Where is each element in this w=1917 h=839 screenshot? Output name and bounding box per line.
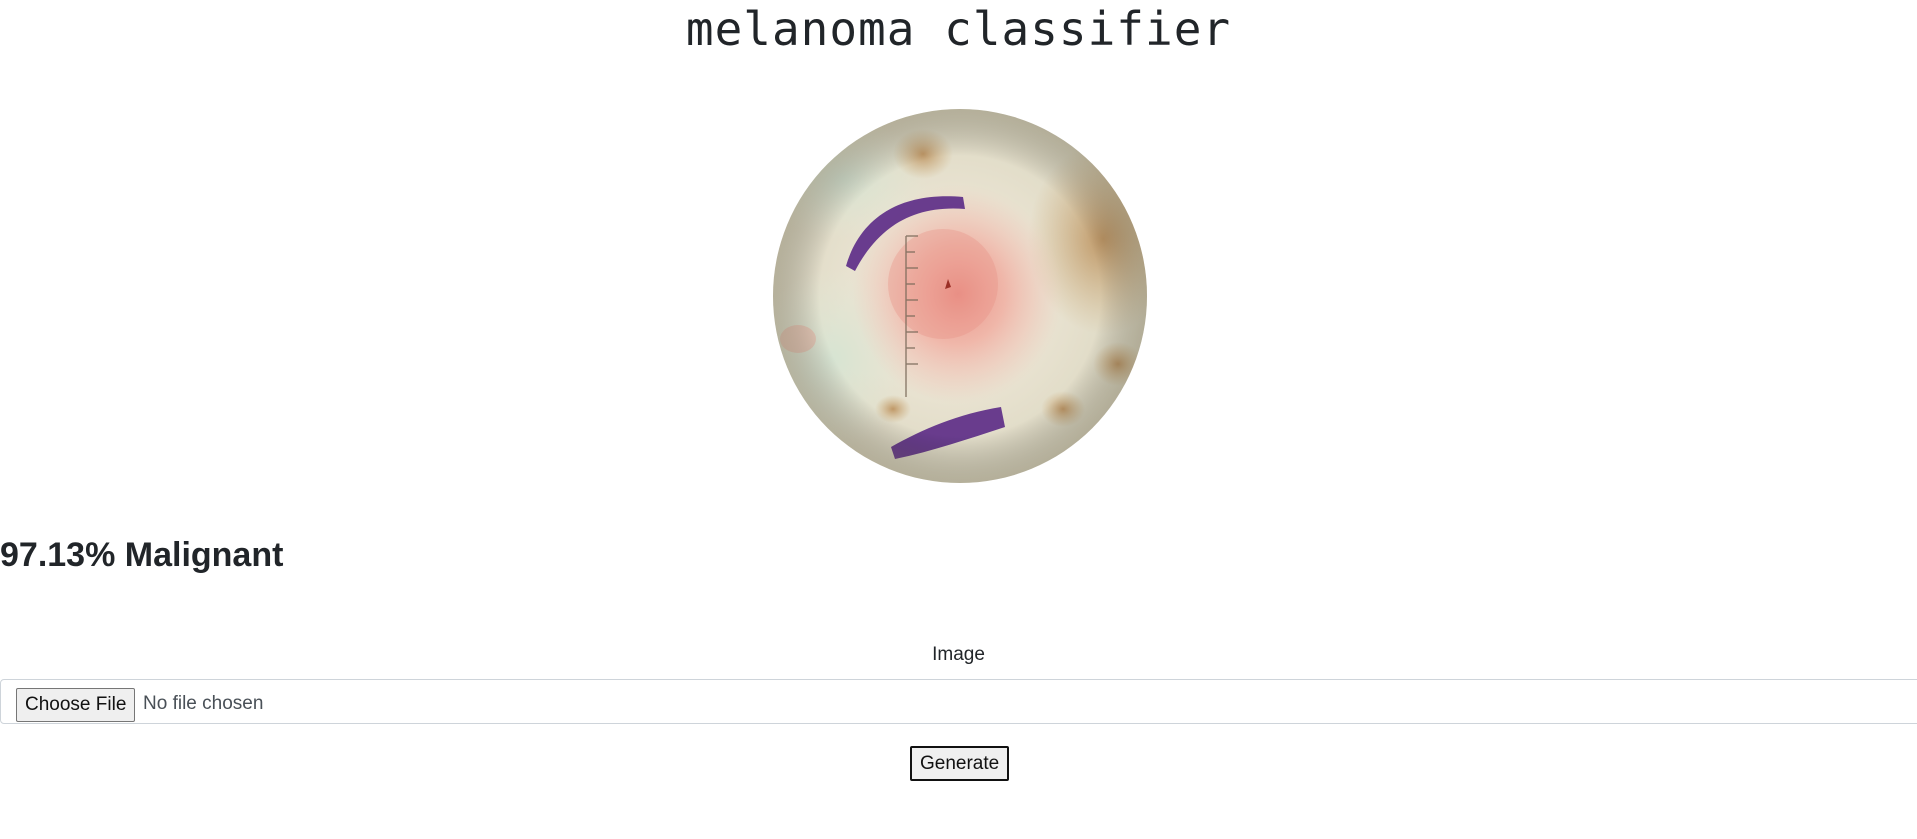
image-field-label: Image (932, 644, 985, 665)
file-input[interactable]: Choose File No file chosen (0, 679, 1917, 724)
page: melanoma classifier 97.13% Malignant Ima… (0, 0, 1917, 839)
page-title: melanoma classifier (685, 2, 1232, 56)
file-status-text: No file chosen (143, 693, 264, 714)
lesion-image (773, 109, 1147, 483)
choose-file-button[interactable]: Choose File (16, 688, 136, 722)
lesion-image-art (773, 109, 1147, 483)
lens-vignette (773, 109, 1147, 483)
prediction-result: 97.13% Malignant (0, 536, 284, 574)
generate-button[interactable]: Generate (910, 746, 1010, 781)
